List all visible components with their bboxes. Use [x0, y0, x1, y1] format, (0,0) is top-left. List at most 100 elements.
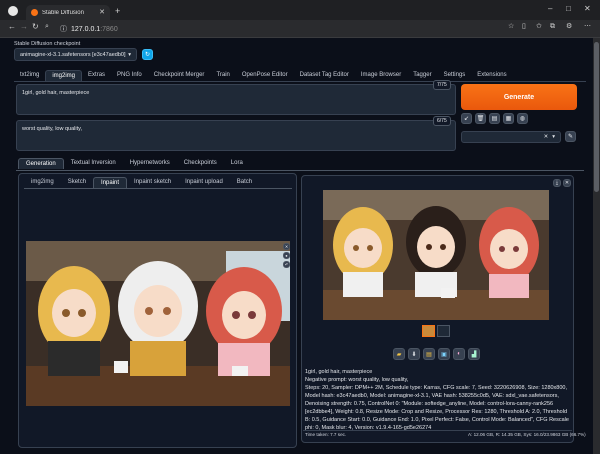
- trash-button[interactable]: 🗑: [475, 113, 486, 124]
- refresh-icon[interactable]: ↻: [32, 23, 39, 31]
- info-divider: [303, 430, 572, 431]
- minimize-icon[interactable]: –: [548, 5, 552, 13]
- generation-tabs: Generation Textual Inversion Hypernetwor…: [18, 158, 250, 169]
- styles-button[interactable]: ◍: [517, 113, 528, 124]
- more-icon[interactable]: ⋯: [584, 23, 591, 30]
- chevron-down-icon: ▾: [128, 51, 131, 58]
- canvas-brush-icon[interactable]: ●: [283, 252, 290, 259]
- trash-icon: 🗑: [476, 116, 485, 122]
- tab-sketch[interactable]: Sketch: [61, 177, 93, 188]
- tab-lora[interactable]: Lora: [224, 158, 250, 169]
- card-icon: ▦: [505, 116, 512, 122]
- time-taken: Time taken: 7.7 sec.: [305, 432, 347, 437]
- checkpoint-label: Stable Diffusion checkpoint: [14, 41, 81, 47]
- chevron-down-icon: ▾: [552, 134, 555, 140]
- browser-address-bar: ← → ↻ ⌕ ⓘ 127.0.0.1 :7860 ☆ ▯ ✩ ⧉ ⚙ ⋯: [0, 20, 600, 38]
- negative-prompt-text: worst quality, low quality,: [22, 126, 83, 132]
- info-negative: Negative prompt: worst quality, low qual…: [305, 377, 409, 383]
- tab-close-icon[interactable]: ✕: [99, 9, 105, 16]
- vram-usage: A: 12.06 GB, R: 14.35 GB, Sys: 16.0/23.9…: [468, 432, 586, 437]
- generated-image: [323, 190, 549, 320]
- scrollbar-thumb[interactable]: [594, 42, 599, 192]
- send-to-inpaint-button[interactable]: ◐: [453, 348, 465, 360]
- tab-hypernetworks[interactable]: Hypernetworks: [123, 158, 177, 169]
- extra-networks-button[interactable]: ▦: [503, 113, 514, 124]
- browser-tab[interactable]: Stable Diffusion ✕: [26, 5, 110, 20]
- output-download-icon[interactable]: ⤓: [553, 179, 561, 187]
- canvas-close-icon[interactable]: ✕: [283, 243, 290, 250]
- refresh-icon: ↻: [144, 52, 151, 58]
- styles-select[interactable]: ✕ ▾: [461, 131, 561, 143]
- output-thumbnail[interactable]: [422, 325, 435, 337]
- search-icon[interactable]: ⌕: [45, 23, 49, 30]
- info-params: Steps: 20, Sampler: DPM++ 2M, Schedule t…: [305, 385, 569, 431]
- subtabs-divider: [16, 170, 584, 171]
- tab-inpaint-sketch[interactable]: Inpaint sketch: [127, 177, 178, 188]
- browser-profile-icon[interactable]: [8, 6, 18, 16]
- chart-icon: ▟: [471, 351, 477, 358]
- generation-info: 1girl, gold hair, masterpiece Negative p…: [305, 368, 571, 432]
- clear-icon: ✕: [543, 134, 549, 140]
- checkpoint-value: animagine-xl-3.1.safetensors [e3c47aedb0…: [20, 51, 126, 58]
- inpaint-canvas[interactable]: [26, 241, 290, 406]
- prompt-input[interactable]: 1girl, gold hair, masterpiece: [16, 84, 456, 115]
- url-field[interactable]: ⓘ 127.0.0.1 :7860: [60, 23, 560, 35]
- send-to-extras-button[interactable]: ▟: [468, 348, 480, 360]
- prompt-text: 1girl, gold hair, masterpiece: [22, 90, 90, 96]
- send-to-img2img-button[interactable]: ▣: [438, 348, 450, 360]
- prompt-tools: ↙ 🗑 ▤ ▦ ◍: [461, 113, 528, 124]
- new-tab-icon[interactable]: +: [115, 7, 120, 16]
- palette-icon: ◍: [519, 116, 526, 122]
- arrow-right-icon[interactable]: →: [20, 23, 28, 31]
- info-icon[interactable]: ⓘ: [60, 24, 67, 34]
- browser-tab-title: Stable Diffusion: [42, 9, 84, 16]
- zip-icon: ▤: [426, 351, 432, 358]
- refresh-checkpoint-button[interactable]: ↻: [142, 49, 153, 60]
- img2img-mode-tabs: img2img Sketch Inpaint Inpaint sketch In…: [24, 177, 259, 188]
- star-icon[interactable]: ☆: [508, 23, 514, 30]
- image-icon: ▣: [441, 351, 447, 358]
- tabs-divider: [14, 81, 586, 82]
- brush-icon: ✎: [567, 134, 574, 140]
- browser-tab-bar: Stable Diffusion ✕ + – □ ✕: [0, 0, 600, 20]
- output-image[interactable]: [323, 190, 549, 320]
- url-port: :7860: [100, 25, 118, 33]
- arrow-left-icon[interactable]: ←: [8, 23, 16, 31]
- tab-inpaint[interactable]: Inpaint: [93, 177, 128, 188]
- favicon-icon: [31, 9, 38, 16]
- arrow-icon: ↙: [463, 116, 470, 122]
- tab-checkpoints[interactable]: Checkpoints: [177, 158, 224, 169]
- extensions-icon[interactable]: ⚙: [566, 23, 572, 30]
- checkpoint-select[interactable]: animagine-xl-3.1.safetensors [e3c47aedb0…: [14, 48, 137, 61]
- mode-tabs-divider: [24, 188, 292, 189]
- url-host: 127.0.0.1: [71, 25, 101, 33]
- maximize-icon[interactable]: □: [566, 5, 571, 13]
- negative-token-counter: 6/75: [433, 116, 451, 126]
- output-thumbnail-control[interactable]: [437, 325, 450, 337]
- paste-button[interactable]: ▤: [489, 113, 500, 124]
- open-folder-button[interactable]: ▰: [393, 348, 405, 360]
- edit-style-button[interactable]: ✎: [565, 131, 576, 142]
- close-icon[interactable]: ✕: [584, 5, 591, 13]
- read-params-button[interactable]: ↙: [461, 113, 472, 124]
- save-icon: ⬇: [411, 351, 417, 358]
- output-close-icon[interactable]: ✕: [563, 179, 571, 187]
- save-button[interactable]: ⬇: [408, 348, 420, 360]
- folder-icon: ▰: [396, 351, 402, 358]
- palette-icon: ◐: [457, 351, 461, 357]
- tab-generation[interactable]: Generation: [18, 158, 64, 169]
- tab-inpaint-upload[interactable]: Inpaint upload: [178, 177, 230, 188]
- page-scrollbar[interactable]: [593, 38, 600, 454]
- negative-prompt-input[interactable]: worst quality, low quality,: [16, 120, 456, 151]
- canvas-undo-icon[interactable]: ↶: [283, 261, 290, 268]
- tab-img2img-mode[interactable]: img2img: [24, 177, 61, 188]
- zip-button[interactable]: ▤: [423, 348, 435, 360]
- prompt-token-counter: 7/75: [433, 80, 451, 90]
- collections-icon[interactable]: ⧉: [550, 23, 555, 30]
- tab-textual-inversion[interactable]: Textual Inversion: [64, 158, 123, 169]
- generate-button[interactable]: Generate: [461, 84, 577, 110]
- favorites-icon[interactable]: ✩: [536, 23, 542, 30]
- split-view-icon[interactable]: ▯: [522, 23, 526, 30]
- input-image: [26, 241, 290, 406]
- tab-batch[interactable]: Batch: [230, 177, 259, 188]
